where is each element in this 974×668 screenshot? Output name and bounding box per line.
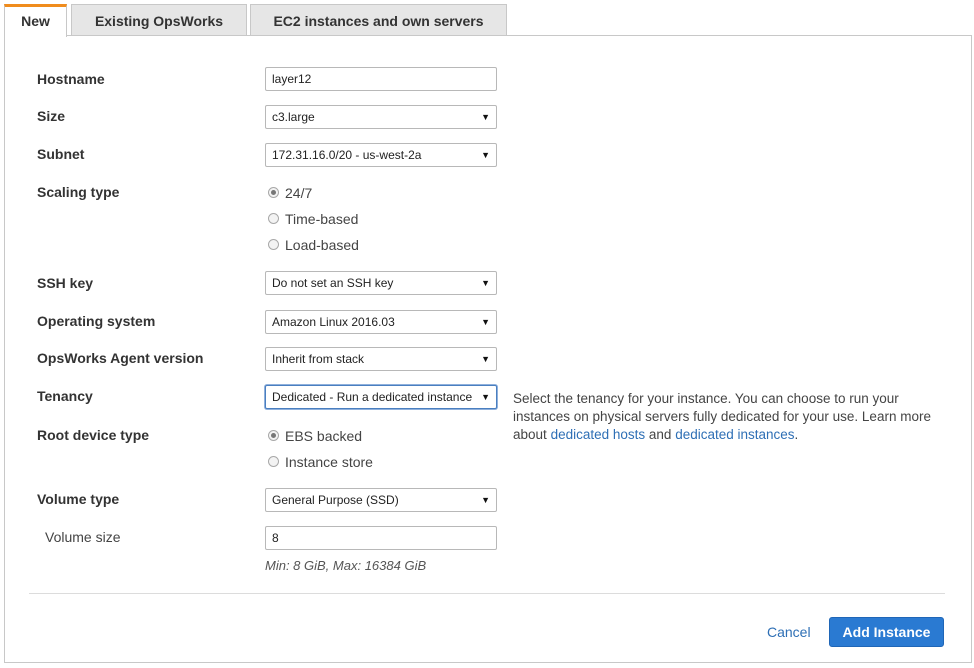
scaling-radio-load-based[interactable]: Load-based	[268, 236, 359, 254]
radio-unselected-icon	[268, 455, 279, 467]
radio-unselected-icon	[268, 212, 279, 224]
dedicated-hosts-link[interactable]: dedicated hosts	[551, 427, 646, 442]
caret-down-icon: ▼	[481, 495, 490, 505]
volume-size-input[interactable]: 8	[265, 526, 497, 550]
root-device-type-label: Root device type	[37, 427, 150, 443]
radio-unselected-icon	[268, 238, 279, 250]
size-select-value: c3.large	[272, 110, 315, 124]
tab-ec2-instances[interactable]: EC2 instances and own servers	[250, 4, 507, 35]
caret-down-icon: ▼	[481, 112, 490, 122]
ssh-key-label: SSH key	[37, 275, 94, 291]
radio-label: Time-based	[285, 211, 359, 227]
footer-divider	[29, 593, 945, 594]
radio-label: Instance store	[285, 454, 373, 470]
radio-selected-icon	[268, 429, 279, 441]
scaling-radio-24-7[interactable]: 24/7	[268, 184, 312, 202]
ssh-key-select-value: Do not set an SSH key	[272, 276, 394, 290]
scaling-type-label: Scaling type	[37, 184, 120, 200]
tenancy-select[interactable]: Dedicated - Run a dedicated instance ▼	[265, 385, 497, 409]
agent-version-label: OpsWorks Agent version	[37, 350, 204, 366]
subnet-select[interactable]: 172.31.16.0/20 - us-west-2a ▼	[265, 143, 497, 167]
tenancy-help-and: and	[648, 427, 672, 442]
tenancy-help-text: Select the tenancy for your instance. Yo…	[513, 390, 943, 444]
tenancy-select-value: Dedicated - Run a dedicated instance	[272, 390, 473, 404]
add-instance-button[interactable]: Add Instance	[829, 617, 944, 647]
volume-type-select-value: General Purpose (SSD)	[272, 493, 399, 507]
agent-version-select[interactable]: Inherit from stack ▼	[265, 347, 497, 371]
hostname-input[interactable]: layer12	[265, 67, 497, 91]
caret-down-icon: ▼	[481, 354, 490, 364]
dedicated-instances-link[interactable]: dedicated instances	[675, 427, 794, 442]
volume-type-label: Volume type	[37, 491, 120, 507]
tab-existing-opsworks[interactable]: Existing OpsWorks	[71, 4, 247, 35]
root-radio-instance-store[interactable]: Instance store	[268, 453, 373, 471]
caret-down-icon: ▼	[481, 278, 490, 288]
caret-down-icon: ▼	[481, 317, 490, 327]
root-radio-ebs-backed[interactable]: EBS backed	[268, 427, 362, 445]
tab-new[interactable]: New	[4, 4, 67, 37]
volume-type-select[interactable]: General Purpose (SSD) ▼	[265, 488, 497, 512]
volume-size-label: Volume size	[45, 529, 121, 545]
tenancy-label: Tenancy	[37, 388, 93, 404]
radio-label: 24/7	[285, 185, 313, 201]
operating-system-label: Operating system	[37, 313, 156, 329]
tenancy-help-period: .	[794, 427, 799, 442]
volume-size-hint: Min: 8 GiB, Max: 16384 GiB	[265, 558, 427, 573]
operating-system-select[interactable]: Amazon Linux 2016.03 ▼	[265, 310, 497, 334]
operating-system-select-value: Amazon Linux 2016.03	[272, 315, 395, 329]
size-label: Size	[37, 108, 66, 124]
size-select[interactable]: c3.large ▼	[265, 105, 497, 129]
radio-label: EBS backed	[285, 428, 363, 444]
scaling-radio-time-based[interactable]: Time-based	[268, 210, 358, 228]
radio-selected-icon	[268, 186, 279, 198]
cancel-button[interactable]: Cancel	[767, 624, 811, 641]
caret-down-icon: ▼	[481, 150, 490, 160]
subnet-select-value: 172.31.16.0/20 - us-west-2a	[272, 148, 422, 162]
caret-down-icon: ▼	[481, 392, 490, 402]
ssh-key-select[interactable]: Do not set an SSH key ▼	[265, 271, 497, 295]
subnet-label: Subnet	[37, 146, 85, 162]
radio-label: Load-based	[285, 237, 359, 253]
hostname-label: Hostname	[37, 71, 105, 87]
agent-version-select-value: Inherit from stack	[272, 352, 365, 366]
